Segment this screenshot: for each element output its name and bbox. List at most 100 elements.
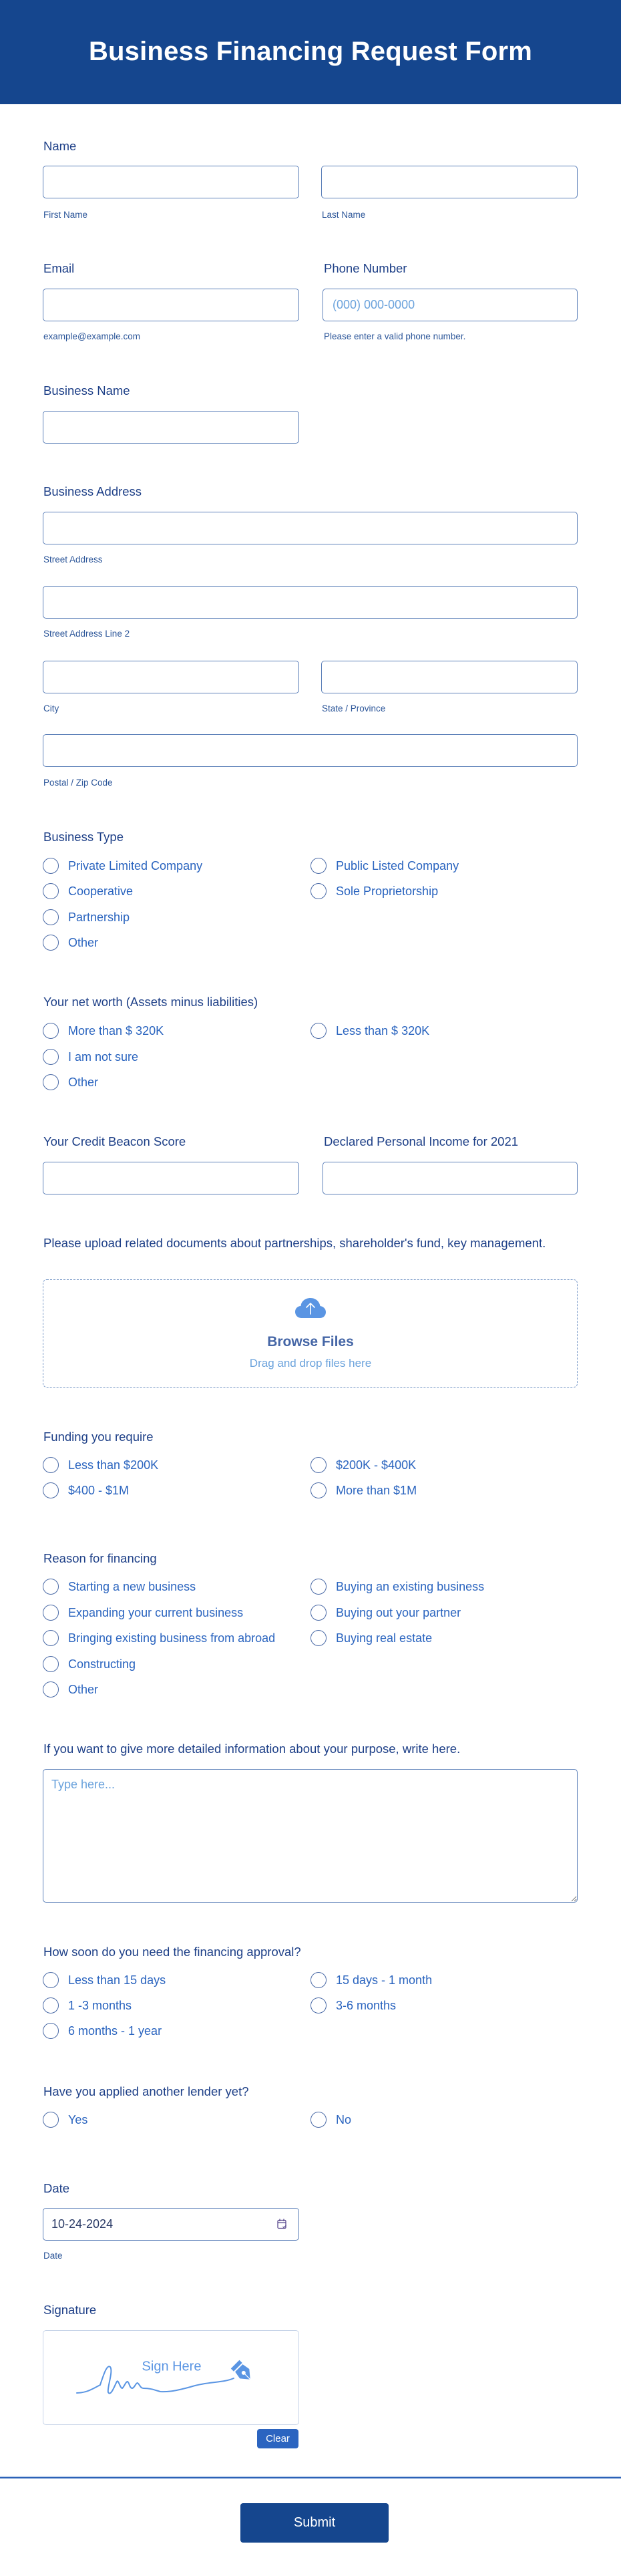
date-sublabel: Date (43, 2251, 63, 2261)
credit-score-input[interactable] (43, 1162, 299, 1194)
funding-option[interactable]: Less than $200K (43, 1457, 158, 1473)
funding-label: Funding you require (43, 1430, 154, 1444)
radio-circle[interactable] (310, 1579, 327, 1595)
reason-label: Reason for financing (43, 1551, 157, 1565)
radio-circle[interactable] (43, 2112, 59, 2128)
date-input[interactable] (43, 2208, 299, 2241)
email-sublabel: example@example.com (43, 331, 141, 341)
radio-circle[interactable] (43, 1457, 59, 1473)
last-name-sublabel: Last Name (322, 210, 366, 220)
radio-circle[interactable] (43, 1605, 59, 1621)
reason-option[interactable]: Constructing (43, 1656, 136, 1672)
approval-time-option[interactable]: 3-6 months (310, 1997, 396, 2014)
radio-circle[interactable] (310, 858, 327, 874)
net-worth-option[interactable]: Less than $ 320K (310, 1023, 429, 1039)
net-worth-option[interactable]: More than $ 320K (43, 1023, 164, 1039)
street-address-sublabel: Street Address (43, 554, 103, 565)
radio-circle[interactable] (43, 1972, 59, 1988)
radio-circle[interactable] (43, 858, 59, 874)
radio-circle[interactable] (43, 1656, 59, 1672)
street-address-line2-sublabel: Street Address Line 2 (43, 629, 130, 639)
approval-time-label: How soon do you need the financing appro… (43, 1945, 301, 1959)
radio-circle[interactable] (310, 2112, 327, 2128)
radio-circle[interactable] (43, 1074, 59, 1090)
net-worth-option[interactable]: Other (43, 1074, 98, 1090)
radio-circle[interactable] (43, 909, 59, 925)
business-type-option[interactable]: Sole Proprietorship (310, 883, 438, 899)
business-type-option[interactable]: Cooperative (43, 883, 133, 899)
street-address-line2-input[interactable] (43, 586, 578, 619)
radio-circle[interactable] (43, 1630, 59, 1646)
name-label: Name (43, 139, 77, 153)
submit-button[interactable]: Submit (240, 2503, 389, 2543)
signature-pen-icon (76, 2360, 251, 2394)
radio-circle[interactable] (310, 1997, 327, 2014)
business-type-option[interactable]: Other (43, 935, 98, 951)
funding-option[interactable]: $200K - $400K (310, 1457, 416, 1473)
radio-circle[interactable] (310, 1457, 327, 1473)
reason-option[interactable]: Starting a new business (43, 1579, 196, 1595)
radio-circle[interactable] (43, 1049, 59, 1065)
form-header: Business Financing Request Form (0, 0, 621, 104)
email-input[interactable] (43, 289, 299, 321)
net-worth-option[interactable]: I am not sure (43, 1049, 138, 1065)
funding-option[interactable]: More than $1M (310, 1482, 417, 1498)
approval-time-option[interactable]: 1 -3 months (43, 1997, 132, 2014)
radio-circle[interactable] (310, 1972, 327, 1988)
calendar-icon[interactable] (277, 2219, 287, 2229)
radio-circle[interactable] (43, 1681, 59, 1698)
business-type-option[interactable]: Partnership (43, 909, 130, 925)
radio-circle[interactable] (310, 1605, 327, 1621)
approval-time-option[interactable]: Less than 15 days (43, 1972, 166, 1988)
city-sublabel: City (43, 703, 59, 713)
details-label: If you want to give more detailed inform… (43, 1742, 461, 1756)
radio-circle[interactable] (43, 1579, 59, 1595)
personal-income-input[interactable] (323, 1162, 578, 1194)
details-textarea[interactable] (43, 1769, 578, 1903)
radio-circle[interactable] (310, 1482, 327, 1498)
radio-circle[interactable] (43, 2023, 59, 2039)
upload-label: Please upload related documents about pa… (43, 1236, 546, 1250)
funding-option[interactable]: $400 - $1M (43, 1482, 129, 1498)
reason-option[interactable]: Buying real estate (310, 1630, 432, 1646)
other-lender-option-no[interactable]: No (310, 2112, 351, 2128)
other-lender-option-yes[interactable]: Yes (43, 2112, 87, 2128)
business-name-label: Business Name (43, 383, 130, 397)
approval-time-option[interactable]: 15 days - 1 month (310, 1972, 432, 1988)
approval-time-option[interactable]: 6 months - 1 year (43, 2023, 162, 2039)
business-type-option[interactable]: Public Listed Company (310, 858, 459, 874)
city-input[interactable] (43, 661, 299, 693)
business-name-input[interactable] (43, 411, 299, 444)
reason-option[interactable]: Other (43, 1681, 98, 1698)
radio-circle[interactable] (310, 1630, 327, 1646)
state-sublabel: State / Province (322, 703, 386, 713)
clear-signature-button[interactable]: Clear (257, 2429, 298, 2448)
credit-score-label: Your Credit Beacon Score (43, 1134, 186, 1148)
reason-option[interactable]: Expanding your current business (43, 1605, 243, 1621)
browse-files-button[interactable]: Browse Files (0, 1334, 621, 1350)
radio-circle[interactable] (310, 883, 327, 899)
phone-input[interactable] (323, 289, 578, 321)
street-address-input[interactable] (43, 512, 578, 544)
phone-sublabel: Please enter a valid phone number. (324, 331, 466, 341)
reason-option[interactable]: Buying out your partner (310, 1605, 461, 1621)
cloud-upload-icon[interactable] (295, 1298, 326, 1318)
radio-circle[interactable] (310, 1023, 327, 1039)
reason-option[interactable]: Buying an existing business (310, 1579, 484, 1595)
form-title: Business Financing Request Form (88, 37, 533, 66)
file-dropzone[interactable] (43, 1279, 578, 1388)
business-address-label: Business Address (43, 484, 142, 498)
net-worth-label: Your net worth (Assets minus liabilities… (43, 995, 258, 1009)
radio-circle[interactable] (43, 1482, 59, 1498)
first-name-sublabel: First Name (43, 210, 88, 220)
radio-circle[interactable] (43, 935, 59, 951)
postal-code-input[interactable] (43, 734, 578, 767)
radio-circle[interactable] (43, 1023, 59, 1039)
radio-circle[interactable] (43, 1997, 59, 2014)
reason-option[interactable]: Bringing existing business from abroad (43, 1630, 275, 1646)
state-input[interactable] (321, 661, 578, 693)
radio-circle[interactable] (43, 883, 59, 899)
first-name-input[interactable] (43, 166, 299, 198)
last-name-input[interactable] (321, 166, 578, 198)
business-type-option[interactable]: Private Limited Company (43, 858, 202, 874)
